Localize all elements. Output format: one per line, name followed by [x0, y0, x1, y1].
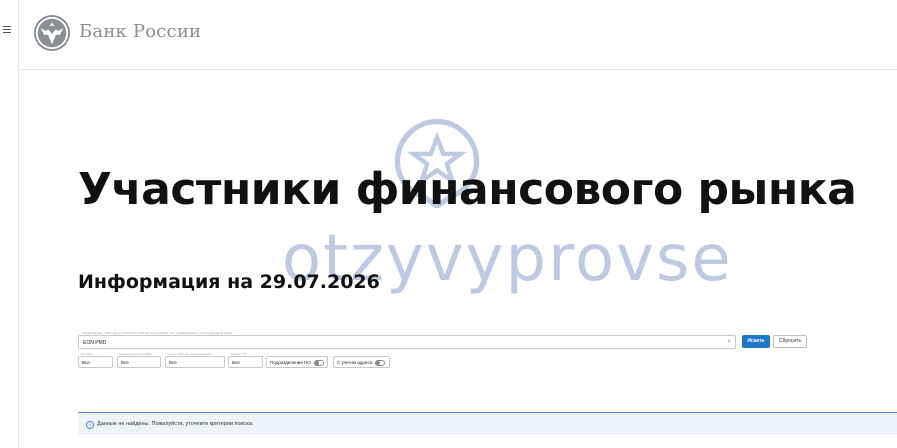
search-input[interactable]: EON PMD ×	[78, 335, 736, 349]
notice-text: Данные не найдены. Пожалуйста, уточните …	[97, 421, 254, 427]
bank-name[interactable]: Банк России	[79, 21, 201, 42]
header-divider	[18, 69, 897, 70]
filter-region-select[interactable]: Все	[228, 356, 263, 368]
toggle-switch-icon[interactable]	[313, 360, 324, 366]
toggle-branches[interactable]: Подразделения НО	[266, 356, 328, 368]
filter-region-value: Все	[232, 360, 240, 365]
filter-status-select[interactable]: Все	[165, 356, 225, 368]
toggle-address-label: С учетом адреса	[337, 360, 373, 366]
page-title: Участники финансового рынка	[78, 164, 857, 215]
filter-activity-value: Все	[121, 360, 129, 365]
left-rail	[18, 0, 19, 448]
info-icon: i	[86, 421, 94, 429]
filter-activity-select[interactable]: Все	[117, 356, 161, 368]
menu-icon[interactable]	[3, 26, 11, 33]
bank-logo-icon[interactable]	[33, 14, 71, 52]
reset-button[interactable]: Сбросить	[773, 335, 807, 348]
info-date: Информация на 29.07.2026	[78, 271, 380, 293]
filter-status-value: Все	[169, 360, 177, 365]
filter-type-select[interactable]: Все	[78, 356, 113, 368]
toggle-branches-label: Подразделения НО	[270, 360, 311, 366]
search-button[interactable]: Искать	[742, 335, 770, 348]
notice-banner: i Данные не найдены. Пожалуйста, уточнит…	[78, 413, 897, 435]
clear-icon[interactable]: ×	[727, 339, 731, 345]
toggle-switch-icon[interactable]	[375, 360, 386, 366]
filter-type-value: Все	[82, 360, 90, 365]
toggle-address[interactable]: С учетом адреса	[333, 356, 390, 368]
search-input-value: EON PMD	[83, 340, 107, 346]
